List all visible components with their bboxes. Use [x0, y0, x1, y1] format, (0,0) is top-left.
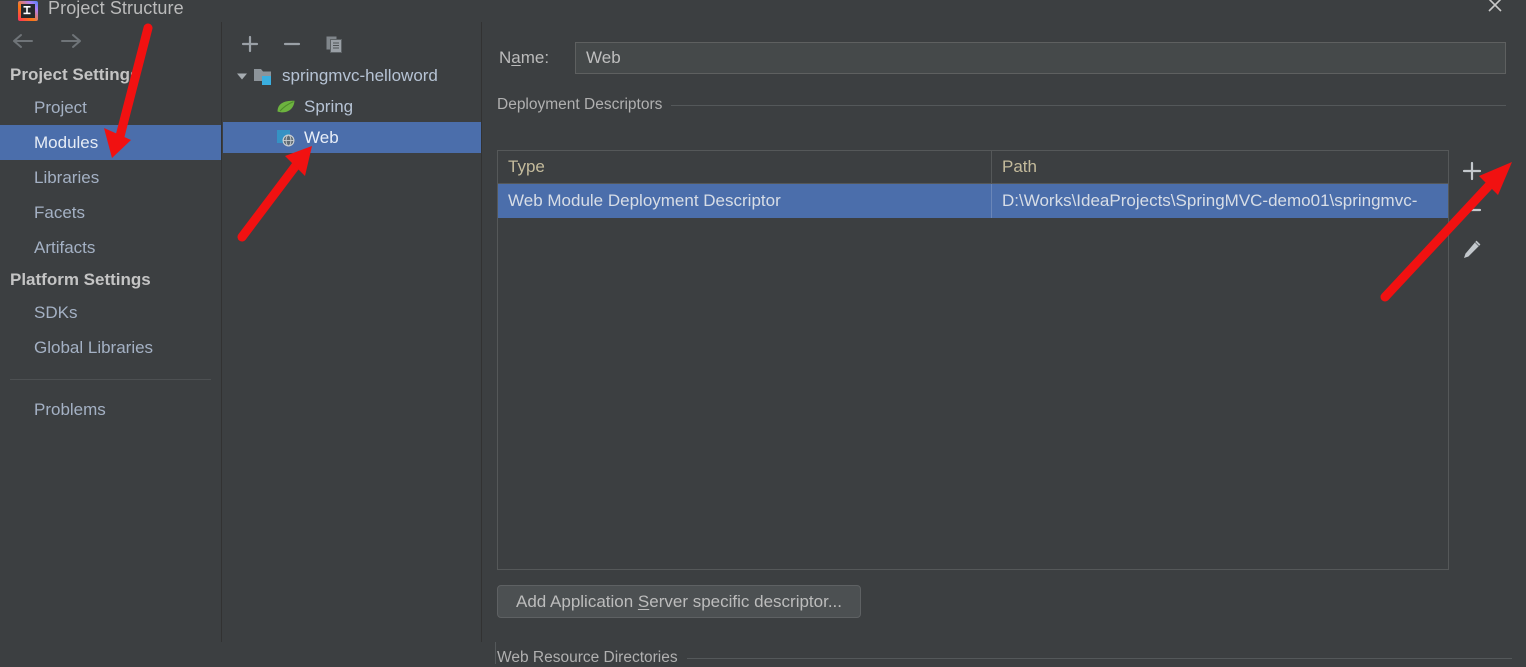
tree-node-web[interactable]: Web — [223, 122, 481, 153]
deployment-descriptors-table-wrap: Type Path Web Module Deployment Descript… — [497, 150, 1495, 570]
module-tree-toolbar — [223, 22, 481, 60]
arrow-right-icon[interactable] — [56, 28, 86, 54]
tree-node-label: Web — [304, 127, 339, 147]
name-label-pre: N — [499, 48, 512, 67]
section-rule — [671, 104, 1506, 106]
add-descriptor-button[interactable] — [1457, 156, 1487, 186]
name-label-mnemonic: a — [511, 48, 521, 67]
deployment-descriptors-title: Deployment Descriptors — [497, 96, 663, 113]
navigation-arrows — [0, 22, 221, 60]
sidebar-group-project-settings: Project Settings — [10, 65, 140, 84]
sidebar-item-project[interactable]: Project — [0, 90, 221, 125]
deployment-descriptors-table: Type Path Web Module Deployment Descript… — [497, 150, 1449, 570]
web-resource-directories-title: Web Resource Directories — [497, 649, 678, 666]
cell-path: D:\Works\IdeaProjects\SpringMVC-demo01\s… — [1002, 191, 1418, 210]
module-settings-panel: Name: Deployment Descriptors Type Path W… — [483, 22, 1526, 666]
pencil-icon[interactable] — [1457, 234, 1487, 264]
sidebar-item-sdks[interactable]: SDKs — [0, 295, 221, 330]
add-desc-pre: Add Application — [516, 591, 638, 611]
tree-node-spring[interactable]: Spring — [223, 91, 481, 122]
name-label-post: me: — [520, 48, 550, 67]
add-application-server-descriptor-button[interactable]: Add Application Server specific descript… — [497, 585, 862, 618]
sidebar-item-facets[interactable]: Facets — [0, 195, 221, 230]
sidebar-item-problems[interactable]: Problems — [0, 392, 221, 427]
module-name-row: Name: — [483, 22, 1526, 74]
window-title: Project Structure — [48, 0, 184, 18]
column-header-path[interactable]: Path — [992, 151, 1448, 183]
settings-sidebar: Project Settings Project Modules Librari… — [0, 22, 222, 642]
sidebar-item-global-libraries[interactable]: Global Libraries — [0, 330, 221, 365]
window-titlebar: Project Structure — [0, 0, 1526, 22]
sidebar-divider — [10, 379, 211, 380]
section-rule — [686, 657, 1512, 659]
add-desc-post: erver specific descriptor... — [649, 591, 843, 611]
table-side-toolbar — [1449, 150, 1495, 570]
web-resource-directories-section-header: Web Resource Directories — [497, 649, 1512, 667]
add-desc-mnemonic: S — [637, 591, 650, 611]
sidebar-item-modules[interactable]: Modules — [0, 125, 221, 160]
sidebar-item-libraries[interactable]: Libraries — [0, 160, 221, 195]
column-header-type[interactable]: Type — [498, 151, 992, 183]
tree-node-springmvc-helloword[interactable]: springmvc-helloword — [223, 60, 481, 91]
web-resource-section-left-rule — [495, 642, 496, 664]
table-row[interactable]: Web Module Deployment Descriptor D:\Work… — [498, 184, 1448, 218]
module-name-label: Name: — [499, 48, 575, 68]
close-icon[interactable] — [1480, 0, 1510, 20]
intellij-idea-icon — [18, 1, 38, 21]
web-module-icon — [275, 128, 297, 148]
deployment-descriptors-section-header: Deployment Descriptors — [497, 96, 1506, 114]
module-name-input[interactable] — [575, 42, 1506, 74]
module-folder-icon — [253, 66, 275, 86]
sidebar-group-platform-settings: Platform Settings — [10, 270, 151, 289]
remove-module-button[interactable] — [279, 31, 305, 57]
tree-node-label: Spring — [304, 96, 354, 116]
module-tree-panel: springmvc-helloword Spring Web — [223, 22, 482, 642]
copy-module-button[interactable] — [321, 31, 347, 57]
arrow-left-icon[interactable] — [8, 28, 38, 54]
chevron-down-icon[interactable] — [231, 69, 253, 83]
remove-descriptor-button[interactable] — [1457, 195, 1487, 225]
cell-type: Web Module Deployment Descriptor — [498, 184, 992, 218]
add-module-button[interactable] — [237, 31, 263, 57]
table-header-row: Type Path — [498, 151, 1448, 184]
sidebar-item-artifacts[interactable]: Artifacts — [0, 230, 221, 265]
tree-node-label: springmvc-helloword — [282, 65, 438, 85]
spring-leaf-icon — [275, 97, 297, 117]
